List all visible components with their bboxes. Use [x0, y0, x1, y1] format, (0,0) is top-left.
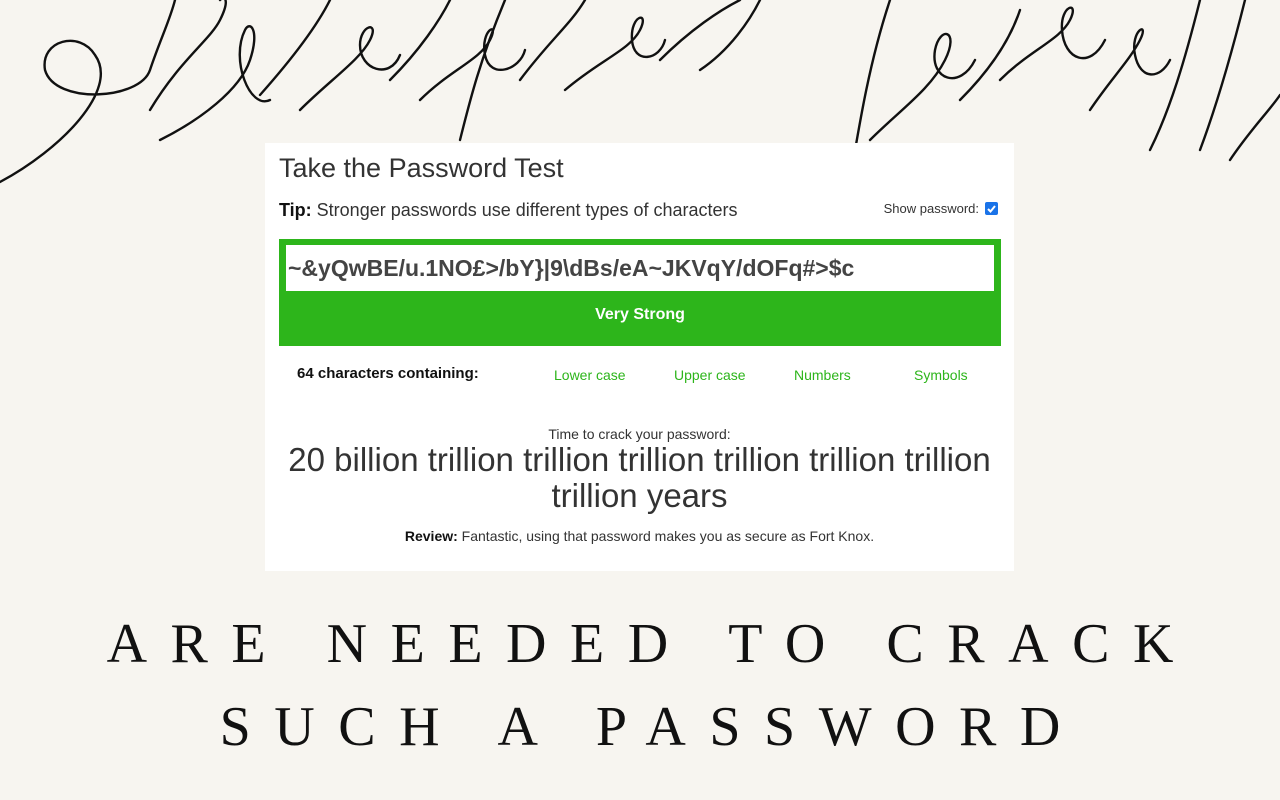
- crack-time-label: Time to crack your password:: [548, 426, 731, 442]
- crack-time-value: 20 billion trillion trillion trillion tr…: [288, 441, 991, 514]
- strength-label: Very Strong: [595, 306, 685, 323]
- tip-row: Tip: Stronger passwords use different ty…: [279, 200, 738, 221]
- show-password-checkbox[interactable]: [985, 202, 998, 215]
- password-input[interactable]: ~&yQwBE/u.1NO£>/bY}|9\dBs/eA~JKVqY/dOFq#…: [286, 245, 994, 291]
- review-text: Fantastic, using that password makes you…: [457, 528, 875, 544]
- show-password-toggle[interactable]: Show password:: [884, 201, 998, 216]
- tip-text: Stronger passwords use different types o…: [311, 200, 738, 220]
- tip-label: Tip:: [279, 200, 312, 220]
- char-type-lower-case: Lower case: [554, 367, 626, 383]
- review-label: Review:: [404, 528, 458, 544]
- caption-line-2: SUCH A PASSWORD: [219, 696, 1084, 758]
- password-test-panel: Take the Password Test Tip: Stronger pas…: [265, 143, 1014, 571]
- character-count-label: 64 characters containing:: [297, 365, 479, 382]
- panel-title: Take the Password Test: [279, 153, 564, 183]
- char-type-symbols: Symbols: [914, 367, 968, 383]
- caption-line-1: ARE NEEDED TO CRACK: [106, 613, 1197, 675]
- strength-meter: ~&yQwBE/u.1NO£>/bY}|9\dBs/eA~JKVqY/dOFq#…: [279, 239, 1001, 346]
- show-password-label: Show password:: [883, 201, 979, 216]
- checkmark-icon: [987, 205, 996, 213]
- char-type-numbers: Numbers: [794, 367, 851, 383]
- char-type-upper-case: Upper case: [674, 367, 746, 383]
- review: Review: Fantastic, using that password m…: [265, 528, 1014, 544]
